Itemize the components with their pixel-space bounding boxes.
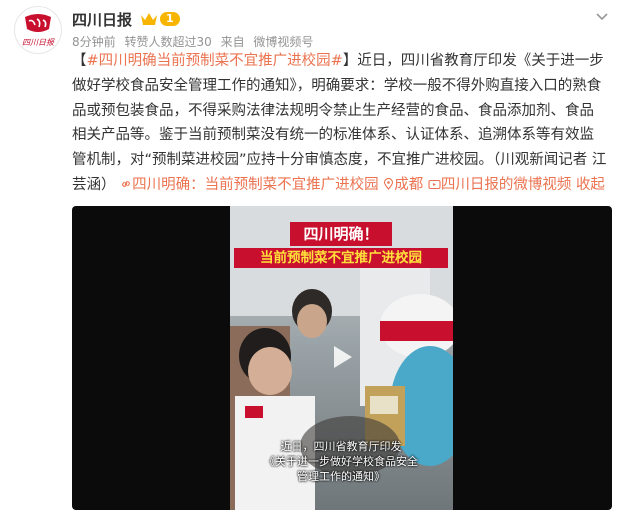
hashtag-link[interactable]: #四川明确当前预制菜不宜推广进校园# — [87, 53, 343, 69]
crown-icon — [141, 13, 157, 25]
repost-count: 转赞人数超过30 — [124, 35, 212, 49]
location-text: 成都 — [394, 176, 424, 193]
hashtag-bracket: 【 — [72, 53, 87, 69]
video-player[interactable]: 四川明确！ 当前预制菜不宜推广进校园 近日，四川省教育厅印发 《关于进一步做好学… — [72, 206, 612, 510]
link-icon — [122, 181, 130, 187]
author-name[interactable]: 四川日报 — [72, 9, 132, 30]
video-link[interactable]: 四川日报的微博视频 — [428, 176, 572, 193]
video-icon — [428, 179, 441, 190]
article-link[interactable]: 四川明确：当前预制菜不宜推广进校园 — [120, 177, 379, 193]
post-header: 四川日报 四川日报 1 8分钟前 转赞人数超过30 来自 微博视频号 — [14, 6, 609, 54]
location-link[interactable]: 成都 — [383, 177, 423, 193]
post-source[interactable]: 微博视频号 — [253, 35, 313, 49]
chevron-down-icon[interactable] — [595, 10, 609, 24]
svg-text:四川日报: 四川日报 — [22, 38, 55, 47]
user-badge[interactable]: 1 — [140, 10, 180, 28]
post-text: 【#四川明确当前预制菜不宜推广进校园#】近日，四川省教育厅印发《关于进一步做好学… — [72, 49, 608, 223]
avatar[interactable]: 四川日报 — [14, 6, 62, 54]
post-time[interactable]: 8分钟前 — [72, 35, 116, 49]
video-overlay-subtitle: 当前预制菜不宜推广进校园 — [234, 248, 448, 268]
source-prefix: 来自 — [220, 35, 245, 49]
video-link-text: 四川日报的微博视频 — [440, 176, 572, 193]
video-caption-line2: 《关于进一步做好学校食品安全 — [264, 455, 418, 468]
article-link-text: 四川明确：当前预制菜不宜推广进校园 — [132, 176, 379, 193]
video-overlay-title: 四川明确！ — [290, 222, 392, 246]
video-caption-line3: 管理工作的通知》 — [297, 470, 385, 483]
level-badge: 1 — [160, 12, 180, 26]
sichuan-daily-logo: 四川日报 — [16, 8, 60, 52]
collapse-text: 收起 — [575, 176, 605, 193]
location-icon — [384, 177, 394, 190]
post-body: 】近日，四川省教育厅印发《关于进一步做好学校食品安全管理工作的通知》，明确要求：… — [72, 53, 607, 193]
post-meta: 8分钟前 转赞人数超过30 来自 微博视频号 — [72, 33, 318, 50]
video-caption: 近日，四川省教育厅印发 《关于进一步做好学校食品安全 管理工作的通知》 — [238, 439, 444, 484]
play-icon[interactable] — [326, 342, 356, 372]
video-caption-line1: 近日，四川省教育厅印发 — [280, 440, 402, 453]
